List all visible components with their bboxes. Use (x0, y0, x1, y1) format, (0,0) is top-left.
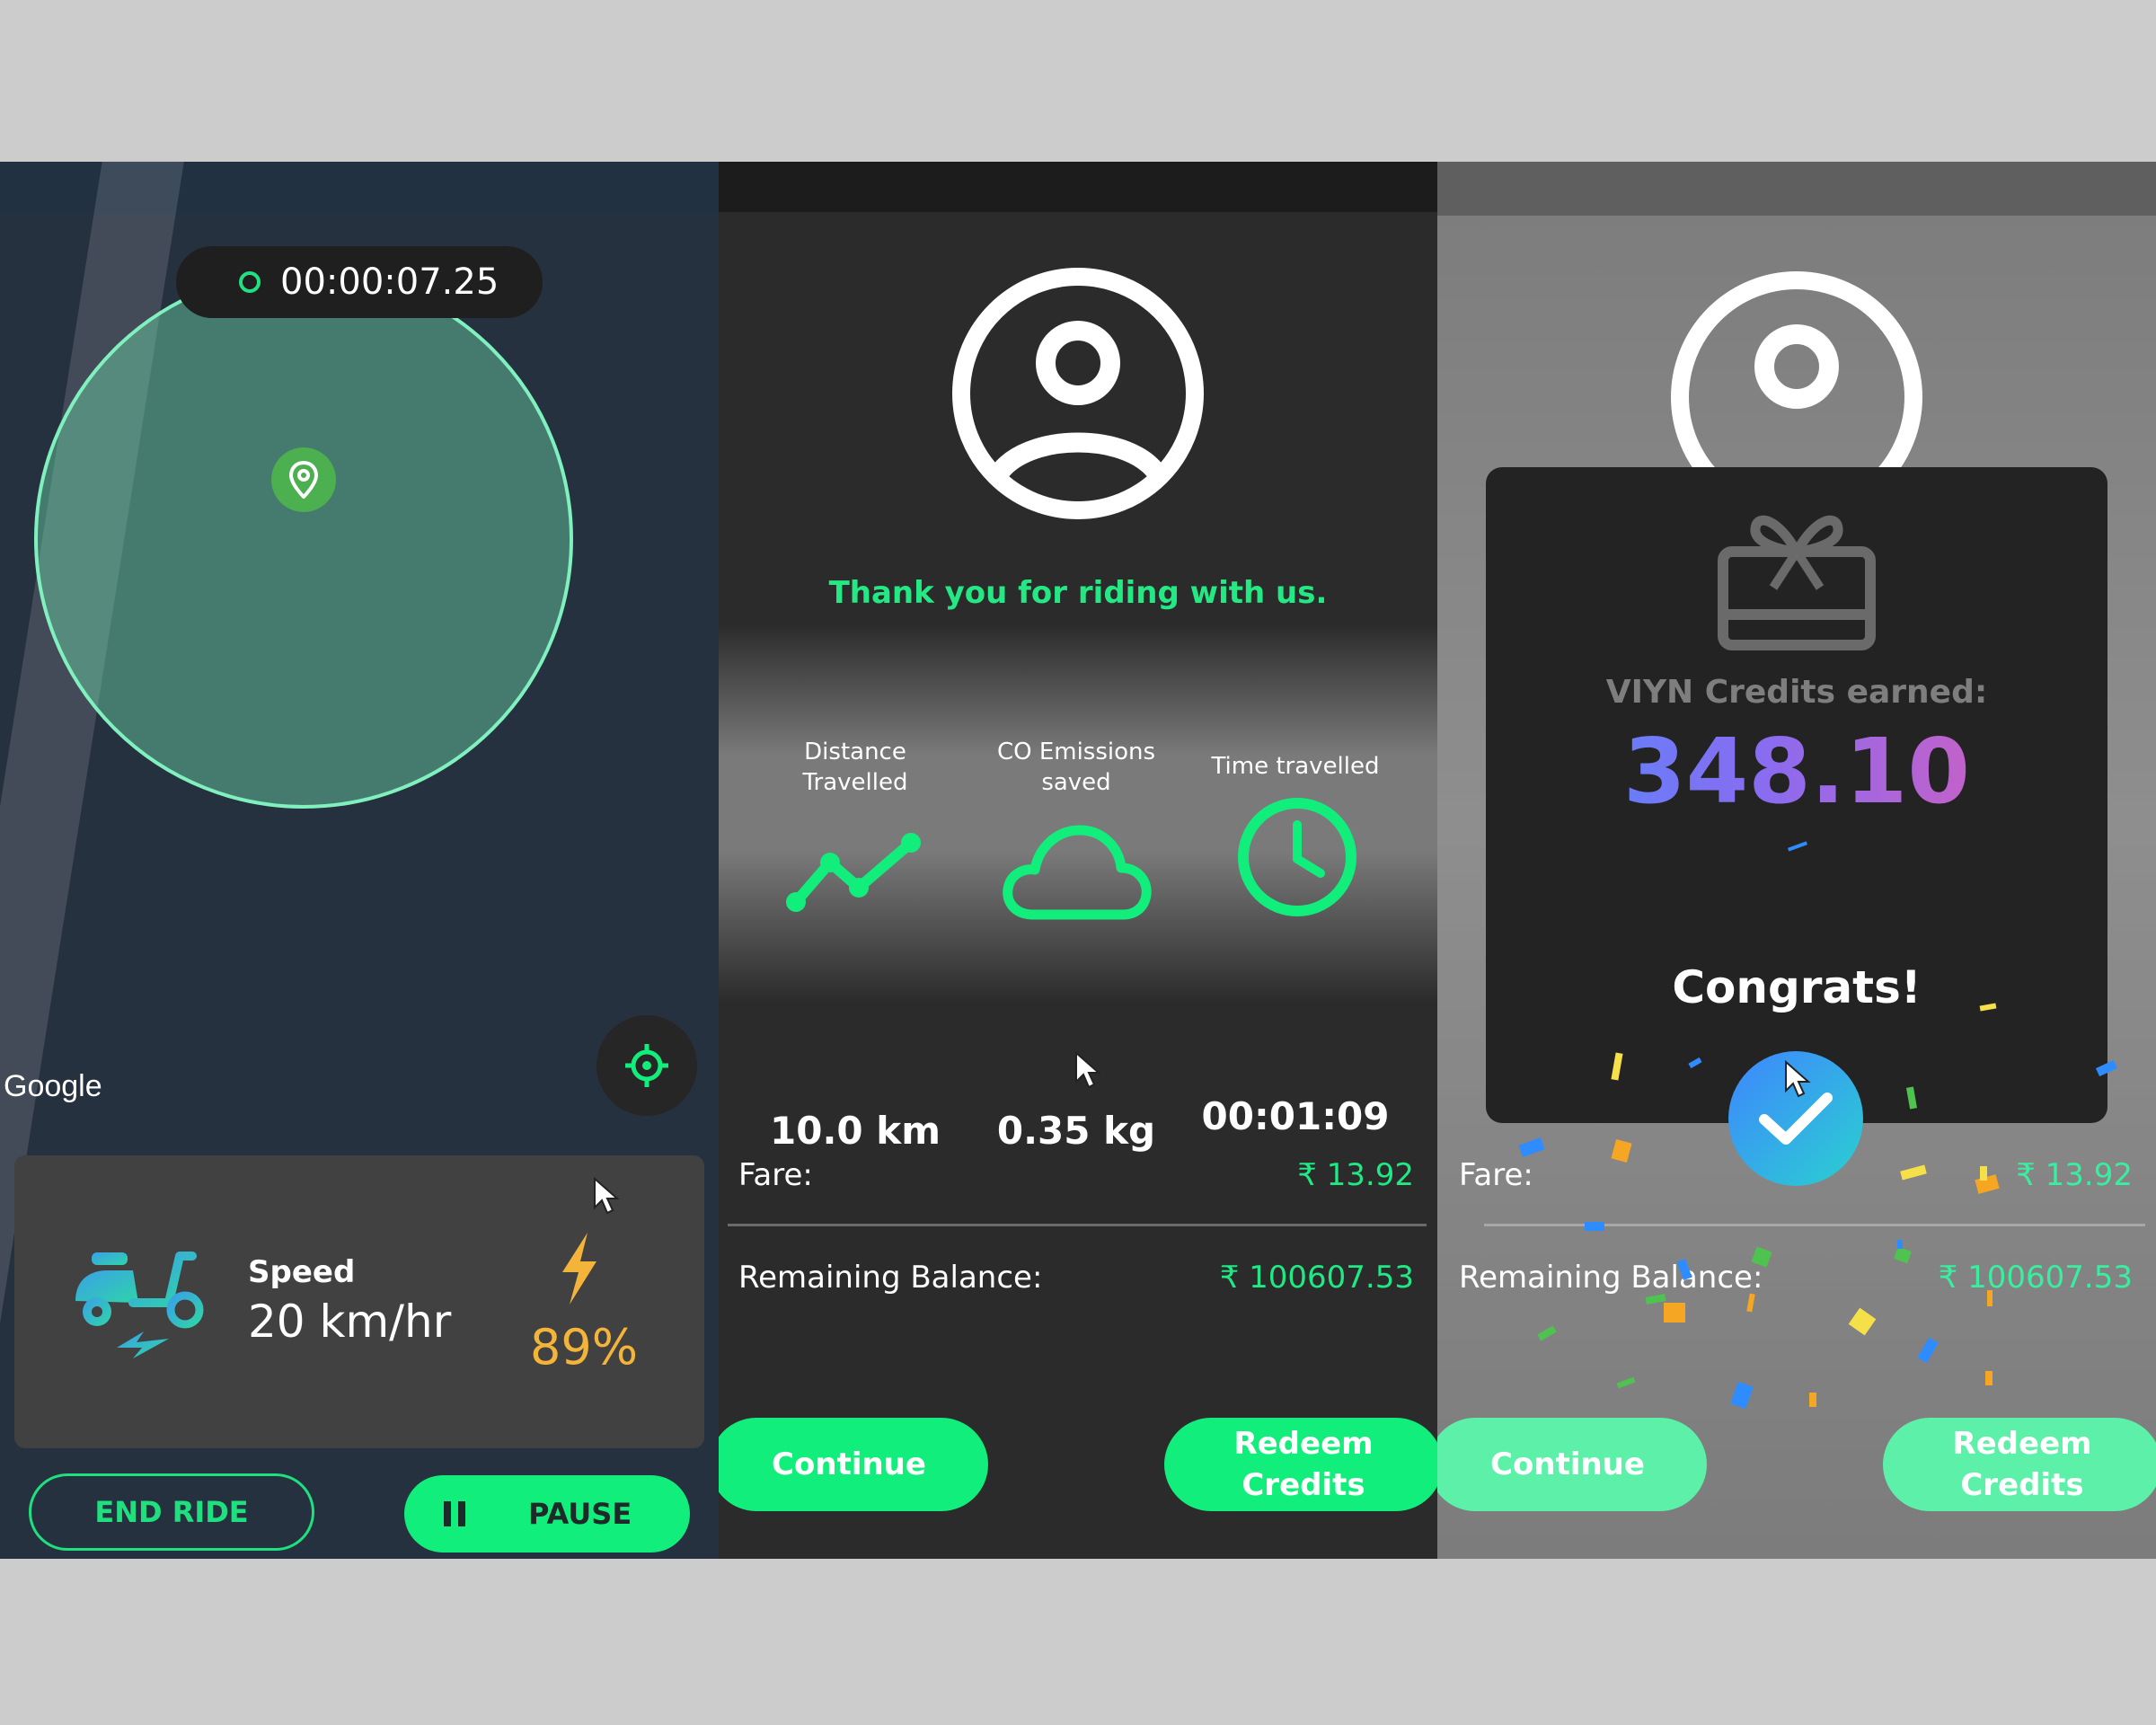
credits-label: VIYN Credits earned: (1605, 674, 1988, 711)
distance-icon (786, 833, 921, 912)
stat-label-time: Time travelled (1197, 751, 1394, 782)
congrats-message: Congrats! (1672, 961, 1922, 1013)
stat-label-line: Time travelled (1211, 753, 1380, 780)
continue-button[interactable]: Continue (1437, 1418, 1707, 1511)
ride-screen: 00:00:07.25 Google Speed 20 km/hr 89% EN… (0, 162, 719, 1559)
map-attribution: Google (4, 1069, 102, 1103)
stat-label-line: Distance (804, 739, 906, 765)
cloud-icon (1003, 825, 1152, 920)
recenter-button[interactable] (596, 1015, 697, 1116)
confetti-piece (1985, 1371, 1993, 1385)
fare-value: ₹ 13.92 (1297, 1157, 1414, 1193)
status-bar (1437, 162, 2156, 216)
scooter-icon (75, 1252, 204, 1358)
thank-you-message: Thank you for riding with us. (828, 575, 1328, 611)
cursor-icon (1785, 1060, 1811, 1098)
fare-label: Fare: (738, 1157, 813, 1193)
gift-icon (1718, 515, 1876, 650)
confetti-piece (1585, 1222, 1604, 1231)
cursor-icon (1075, 1051, 1101, 1089)
redeem-label-line: Redeem (1952, 1426, 2092, 1462)
recording-dot-icon (239, 271, 261, 293)
redeem-credits-button[interactable]: Redeem Credits (1883, 1418, 2156, 1511)
confetti-piece (1897, 1240, 1903, 1249)
geofence-circle (34, 270, 573, 809)
stat-label-emissions: CO Emissions saved (977, 737, 1175, 798)
divider (1484, 1224, 2145, 1226)
confetti-piece (1809, 1393, 1816, 1407)
credits-earned-screen: Fare: ₹ 13.92 Remaining Balance: ₹ 10060… (1437, 162, 2156, 1559)
end-ride-button[interactable]: END RIDE (29, 1473, 314, 1551)
stat-label-line: saved (1041, 769, 1111, 796)
pause-button[interactable]: PAUSE (404, 1475, 690, 1552)
balance-value: ₹ 100607.53 (1219, 1260, 1414, 1296)
stat-value-time: 00:01:09 (1201, 1094, 1390, 1138)
stat-label-distance: Distance Travelled (756, 737, 954, 798)
balance-value: ₹ 100607.53 (1938, 1260, 2133, 1296)
status-bar (719, 162, 1437, 212)
avatar-icon (1671, 271, 1922, 483)
redeem-label-line: Redeem (1233, 1426, 1374, 1462)
pause-label: PAUSE (528, 1497, 632, 1531)
lightning-icon (562, 1233, 596, 1305)
location-pin-icon[interactable] (271, 447, 336, 512)
timer-text: 00:00:07.25 (280, 261, 499, 303)
stat-label-line: Travelled (802, 769, 908, 796)
redeem-credits-button[interactable]: Redeem Credits (1164, 1418, 1437, 1511)
stat-label-line: CO Emissions (996, 739, 1156, 765)
balance-label: Remaining Balance: (738, 1260, 1043, 1296)
confetti-piece (1664, 1303, 1685, 1322)
crosshair-icon (625, 1044, 668, 1087)
stat-value-distance: 10.0 km (770, 1109, 941, 1153)
speed-label: Speed (248, 1254, 356, 1290)
stat-value-emissions: 0.35 kg (996, 1109, 1156, 1153)
fare-label: Fare: (1459, 1157, 1533, 1193)
clock-icon (1238, 798, 1356, 916)
confetti-piece (1987, 1290, 1993, 1306)
battery-level: 89% (530, 1319, 639, 1376)
redeem-label-line: Credits (1960, 1467, 2084, 1503)
avatar-icon (952, 268, 1204, 519)
ride-timer: 00:00:07.25 (176, 246, 543, 318)
continue-button[interactable]: Continue (719, 1418, 988, 1511)
speed-value: 20 km/hr (248, 1296, 452, 1348)
confetti-piece (1980, 1166, 1987, 1181)
divider (728, 1224, 1427, 1226)
pause-icon (444, 1501, 465, 1526)
balance-label: Remaining Balance: (1459, 1260, 1763, 1296)
redeem-label-line: Credits (1241, 1467, 1365, 1503)
credits-value: 348.10 (1486, 719, 2107, 824)
ride-summary-screen: Thank you for riding with us. Distance T… (719, 162, 1437, 1559)
cursor-icon (594, 1177, 620, 1215)
